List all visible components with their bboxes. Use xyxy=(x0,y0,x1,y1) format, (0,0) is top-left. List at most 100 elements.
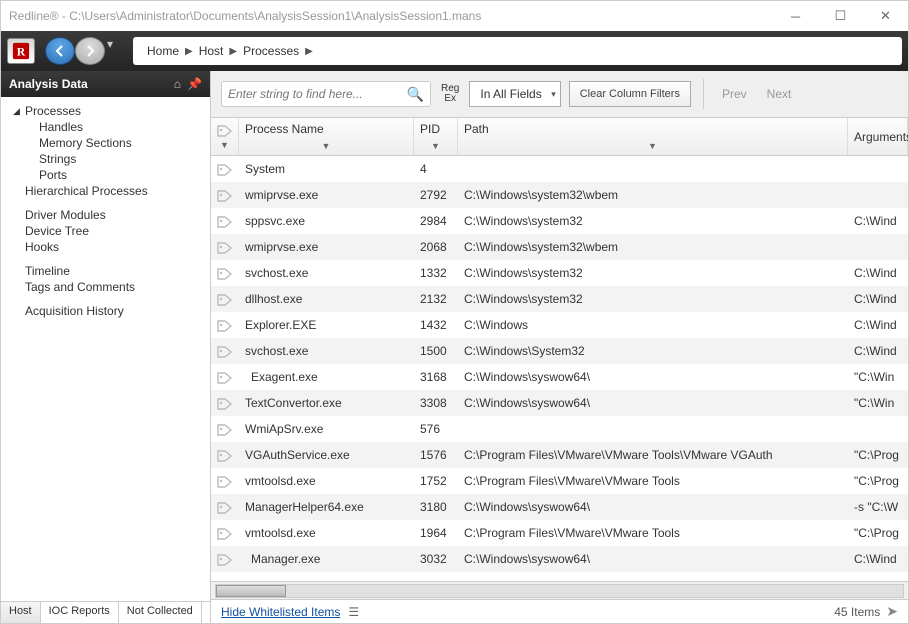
tag-icon[interactable] xyxy=(211,448,239,462)
table-row[interactable]: vmtoolsd.exe1964C:\Program Files\VMware\… xyxy=(211,520,908,546)
table-row[interactable]: sppsvc.exe2984C:\Windows\system32C:\Wind xyxy=(211,208,908,234)
tag-icon[interactable] xyxy=(211,318,239,332)
cell-args: "C:\Win xyxy=(848,396,908,410)
tree-item[interactable]: Tags and Comments xyxy=(9,279,210,295)
cell-process-name: WmiApSrv.exe xyxy=(239,422,414,436)
tree-item[interactable]: Memory Sections xyxy=(9,135,210,151)
table-row[interactable]: svchost.exe1500C:\Windows\System32C:\Win… xyxy=(211,338,908,364)
search-input[interactable] xyxy=(228,87,407,101)
tag-icon[interactable] xyxy=(211,188,239,202)
table-row[interactable]: vmtoolsd.exe1752C:\Program Files\VMware\… xyxy=(211,468,908,494)
tag-icon[interactable] xyxy=(211,422,239,436)
field-filter-dropdown[interactable]: In All Fields xyxy=(469,81,560,107)
nav-history-dropdown[interactable]: ▾ xyxy=(107,37,121,51)
breadcrumb-item[interactable]: Home xyxy=(147,44,179,58)
tag-icon[interactable] xyxy=(211,396,239,410)
filter-icon[interactable]: ▼ xyxy=(322,141,331,151)
table-row[interactable]: wmiprvse.exe2068C:\Windows\system32\wbem xyxy=(211,234,908,260)
tree-item[interactable]: Acquisition History xyxy=(9,303,210,319)
cell-process-name: Manager.exe xyxy=(239,552,414,566)
cell-path: C:\Windows\syswow64\ xyxy=(458,396,848,410)
table-row[interactable]: TextConvertor.exe3308C:\Windows\syswow64… xyxy=(211,390,908,416)
cell-args: C:\Wind xyxy=(848,292,908,306)
tag-icon[interactable] xyxy=(211,344,239,358)
cell-path: C:\Windows\system32 xyxy=(458,214,848,228)
tag-icon[interactable] xyxy=(211,214,239,228)
tag-icon[interactable] xyxy=(211,526,239,540)
forward-button[interactable] xyxy=(75,37,105,65)
expand-icon[interactable]: ➤ xyxy=(886,603,898,620)
tag-icon[interactable] xyxy=(211,266,239,280)
filter-icon[interactable]: ▼ xyxy=(220,140,229,150)
tag-icon[interactable] xyxy=(211,500,239,514)
tag-icon[interactable] xyxy=(211,552,239,566)
scrollbar-thumb[interactable] xyxy=(216,585,286,597)
filter-icon[interactable]: ▼ xyxy=(431,141,440,151)
tag-icon[interactable] xyxy=(211,162,239,176)
table-row[interactable]: ManagerHelper64.exe3180C:\Windows\syswow… xyxy=(211,494,908,520)
clear-filters-button[interactable]: Clear Column Filters xyxy=(569,81,691,107)
table-row[interactable]: VGAuthService.exe1576C:\Program Files\VM… xyxy=(211,442,908,468)
table-row[interactable]: svchost.exe1332C:\Windows\system32C:\Win… xyxy=(211,260,908,286)
column-process-name[interactable]: Process Name ▼ xyxy=(239,118,414,155)
tag-icon[interactable] xyxy=(211,240,239,254)
sidebar: Analysis Data ⌂ 📌 ◢ProcessesHandlesMemor… xyxy=(1,71,211,623)
tree-item[interactable]: Hooks xyxy=(9,239,210,255)
column-arguments[interactable]: Arguments xyxy=(848,118,908,155)
caret-down-icon[interactable]: ◢ xyxy=(13,106,25,117)
tree-item[interactable]: Strings xyxy=(9,151,210,167)
cell-pid: 2792 xyxy=(414,188,458,202)
close-button[interactable]: ✕ xyxy=(863,1,908,31)
table-row[interactable]: wmiprvse.exe2792C:\Windows\system32\wbem xyxy=(211,182,908,208)
tree-item[interactable]: ◢Processes xyxy=(9,103,210,119)
hide-whitelisted-link[interactable]: Hide Whitelisted Items xyxy=(221,605,340,619)
tab-not-collected[interactable]: Not Collected xyxy=(119,602,202,623)
tag-icon[interactable] xyxy=(211,292,239,306)
table-row[interactable]: Exagent.exe3168C:\Windows\syswow64\"C:\W… xyxy=(211,364,908,390)
minimize-button[interactable]: ─ xyxy=(773,1,818,31)
search-icon[interactable]: 🔍 xyxy=(407,86,424,103)
table-row[interactable]: WmiApSrv.exe576 xyxy=(211,416,908,442)
tag-icon[interactable] xyxy=(211,474,239,488)
next-button[interactable]: Next xyxy=(761,87,798,101)
cell-pid: 2068 xyxy=(414,240,458,254)
filter-icon[interactable]: ▼ xyxy=(648,141,657,151)
tree-item[interactable]: Timeline xyxy=(9,263,210,279)
horizontal-scrollbar[interactable] xyxy=(211,581,908,599)
column-tag[interactable]: ▼ xyxy=(211,118,239,155)
table-row[interactable]: System4 xyxy=(211,156,908,182)
breadcrumb-item[interactable]: Processes xyxy=(243,44,299,58)
tree-item[interactable]: Driver Modules xyxy=(9,207,210,223)
cell-process-name: Explorer.EXE xyxy=(239,318,414,332)
tree-item[interactable]: Device Tree xyxy=(9,223,210,239)
breadcrumb-item[interactable]: Host xyxy=(199,44,224,58)
column-pid[interactable]: PID ▼ xyxy=(414,118,458,155)
tab-ioc-reports[interactable]: IOC Reports xyxy=(41,602,119,623)
analysis-tree: ◢ProcessesHandlesMemory SectionsStringsP… xyxy=(1,97,210,601)
cell-args: C:\Wind xyxy=(848,266,908,280)
table-row[interactable]: Explorer.EXE1432C:\WindowsC:\Wind xyxy=(211,312,908,338)
tree-item[interactable]: Hierarchical Processes xyxy=(9,183,210,199)
cell-path: C:\Windows\system32 xyxy=(458,266,848,280)
tree-item[interactable]: Ports xyxy=(9,167,210,183)
table-row[interactable]: dllhost.exe2132C:\Windows\system32C:\Win… xyxy=(211,286,908,312)
breadcrumb[interactable]: Home ▶ Host ▶ Processes ▶ xyxy=(133,37,902,65)
regex-toggle[interactable]: Reg Ex xyxy=(439,82,461,106)
table-row[interactable]: Manager.exe3032C:\Windows\syswow64\C:\Wi… xyxy=(211,546,908,572)
cell-args: -s "C:\W xyxy=(848,500,908,514)
home-icon[interactable]: ⌂ xyxy=(174,77,181,91)
pin-icon[interactable]: 📌 xyxy=(187,77,202,91)
search-field[interactable]: 🔍 xyxy=(221,81,431,107)
back-button[interactable] xyxy=(45,37,75,65)
cell-pid: 3180 xyxy=(414,500,458,514)
prev-button[interactable]: Prev xyxy=(716,87,753,101)
tab-host[interactable]: Host xyxy=(1,602,41,623)
tree-item[interactable]: Handles xyxy=(9,119,210,135)
list-icon[interactable]: ☰ xyxy=(348,605,359,619)
maximize-button[interactable]: ☐ xyxy=(818,1,863,31)
tag-icon[interactable] xyxy=(211,370,239,384)
cell-pid: 1576 xyxy=(414,448,458,462)
table-body[interactable]: System4wmiprvse.exe2792C:\Windows\system… xyxy=(211,156,908,581)
column-path[interactable]: Path ▼ xyxy=(458,118,848,155)
tree-item-label: Acquisition History xyxy=(25,304,124,318)
